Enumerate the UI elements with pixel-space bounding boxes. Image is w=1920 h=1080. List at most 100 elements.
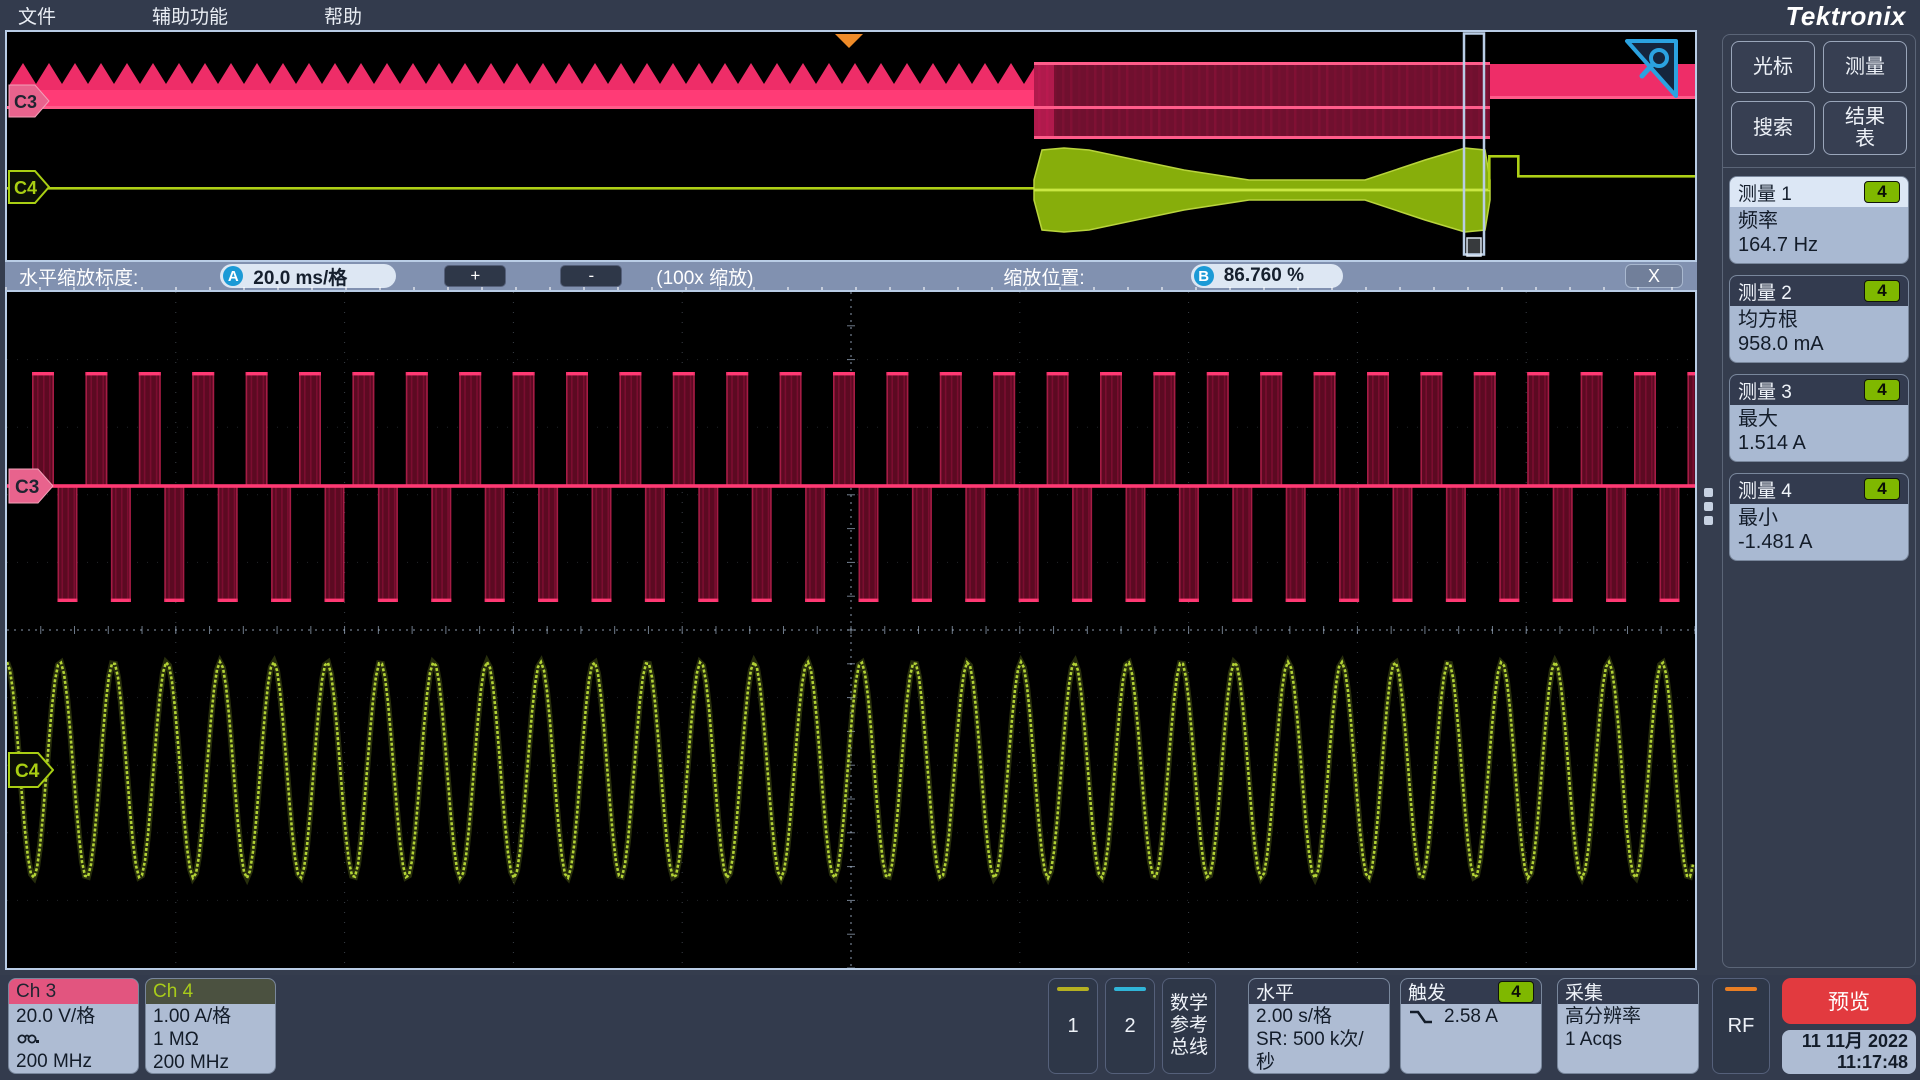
rf-color-strip xyxy=(1725,987,1757,991)
measurement-value: -1.481 A xyxy=(1738,530,1900,554)
bus-label: 总线 xyxy=(1170,1037,1208,1059)
measurement-value: 164.7 Hz xyxy=(1738,233,1900,257)
knob-a[interactable]: A xyxy=(223,266,243,286)
time-text: 11:17:48 xyxy=(1837,1052,1908,1073)
svg-text:C4: C4 xyxy=(14,178,37,198)
measurement-card-4[interactable]: 测量 4 4 最小 -1.481 A xyxy=(1729,473,1909,561)
menu-file[interactable]: 文件 xyxy=(0,2,74,29)
datetime-display: 11 11月 2022 11:17:48 xyxy=(1782,1030,1916,1074)
horizontal-scale: 2.00 s/格 xyxy=(1256,1005,1382,1028)
measurement-label: 最大 xyxy=(1738,407,1900,431)
acquisition-title: 采集 xyxy=(1565,978,1603,1005)
source-channel-badge: 4 xyxy=(1864,478,1900,500)
math-ref-bus-button[interactable]: 数学 参考 总线 xyxy=(1162,978,1216,1074)
add-channel-1-button[interactable]: 1 xyxy=(1048,978,1098,1074)
channel-bandwidth: 200 MHz xyxy=(153,1051,268,1074)
results-table-button[interactable]: 结果 表 xyxy=(1823,101,1907,155)
probe-icon xyxy=(16,1028,131,1050)
main-c3-badge[interactable]: C3 xyxy=(8,468,54,504)
measurement-label: 均方根 xyxy=(1738,308,1900,332)
svg-text:C4: C4 xyxy=(15,761,40,782)
zoom-close-button[interactable]: X xyxy=(1625,264,1683,288)
measure-button[interactable]: 测量 xyxy=(1823,41,1907,93)
trigger-level: 2.58 A xyxy=(1444,1005,1498,1028)
measurement-value: 958.0 mA xyxy=(1738,332,1900,356)
trigger-panel[interactable]: 触发 4 2.58 A xyxy=(1400,978,1542,1074)
overview-c4-badge[interactable]: C4 xyxy=(8,170,50,204)
main-waveforms xyxy=(7,292,1695,968)
channel-1-color-strip xyxy=(1057,987,1089,991)
menu-utility[interactable]: 辅助功能 xyxy=(134,2,246,29)
zoom-factor-label: (100x 缩放) xyxy=(656,263,753,290)
source-channel-badge: 4 xyxy=(1864,280,1900,302)
svg-text:C3: C3 xyxy=(15,477,39,498)
channel-name: Ch 3 xyxy=(16,981,56,1003)
channel-scale: 1.00 A/格 xyxy=(153,1005,268,1028)
horizontal-panel[interactable]: 水平 2.00 s/格 SR: 500 k次/秒 RL: 10 Mpts xyxy=(1248,978,1390,1074)
sample-rate: SR: 500 k次/秒 xyxy=(1256,1028,1382,1074)
measurement-list: 测量 1 4 频率 164.7 Hz 测量 2 4 均方根 958.0 mA 测… xyxy=(1723,168,1915,580)
acquisition-overview[interactable]: C3 C4 xyxy=(5,30,1697,262)
panel-drag-handle[interactable] xyxy=(1704,488,1714,530)
overview-waveforms xyxy=(7,32,1695,260)
measurement-title: 测量 1 xyxy=(1738,179,1792,206)
overview-c3-badge[interactable]: C3 xyxy=(8,84,50,118)
measurement-value: 1.514 A xyxy=(1738,431,1900,455)
measurement-card-3[interactable]: 测量 3 4 最大 1.514 A xyxy=(1729,374,1909,462)
rf-button[interactable]: RF xyxy=(1712,978,1770,1074)
main-c4-badge[interactable]: C4 xyxy=(8,752,54,788)
zoom-scale-control[interactable]: A 20.0 ms/格 xyxy=(220,264,396,288)
menu-bar: 文件 辅助功能 帮助 xyxy=(0,0,1920,30)
zoom-overview-flag-icon[interactable] xyxy=(1623,38,1681,102)
zoom-position-control[interactable]: B 86.760 % xyxy=(1191,264,1343,288)
zoom-control-bar: 水平缩放标度: A 20.0 ms/格 + - (100x 缩放) 缩放位置: … xyxy=(5,262,1697,290)
channel-1-label: 1 xyxy=(1067,1015,1078,1038)
trigger-source-badge: 4 xyxy=(1498,981,1534,1003)
math-label: 数学 xyxy=(1170,993,1208,1015)
measurement-card-1[interactable]: 测量 1 4 频率 164.7 Hz xyxy=(1729,176,1909,264)
measurement-title: 测量 2 xyxy=(1738,278,1792,305)
measurement-title: 测量 3 xyxy=(1738,377,1792,404)
measurement-label: 最小 xyxy=(1738,506,1900,530)
acquisition-panel[interactable]: 采集 高分辨率 1 Acqs xyxy=(1557,978,1699,1074)
channel-scale: 20.0 V/格 xyxy=(16,1005,131,1028)
source-channel-badge: 4 xyxy=(1864,181,1900,203)
rf-label: RF xyxy=(1728,1015,1755,1038)
channel-name: Ch 4 xyxy=(153,981,193,1003)
ref-label: 参考 xyxy=(1170,1015,1208,1037)
falling-edge-icon xyxy=(1408,1007,1434,1027)
channel-4-badge[interactable]: Ch 4 1.00 A/格 1 MΩ 200 MHz xyxy=(145,978,276,1074)
measurement-card-2[interactable]: 测量 2 4 均方根 958.0 mA xyxy=(1729,275,1909,363)
measurement-label: 频率 xyxy=(1738,209,1900,233)
main-waveform-display[interactable]: C3 C4 xyxy=(5,290,1697,970)
cursors-button[interactable]: 光标 xyxy=(1731,41,1815,93)
bottom-status-bar: Ch 3 20.0 V/格 200 MHz Ch 4 1.00 A/格 1 MΩ… xyxy=(0,975,1920,1080)
acquisition-count: 1 Acqs xyxy=(1565,1028,1691,1051)
horizontal-title: 水平 xyxy=(1256,978,1294,1005)
channel-bandwidth: 200 MHz xyxy=(16,1050,131,1073)
zoom-position-value: 86.760 % xyxy=(1224,265,1304,287)
add-channel-2-button[interactable]: 2 xyxy=(1105,978,1155,1074)
menu-help[interactable]: 帮助 xyxy=(306,2,380,29)
preview-button[interactable]: 预览 xyxy=(1782,978,1916,1024)
channel-3-badge[interactable]: Ch 3 20.0 V/格 200 MHz xyxy=(8,978,139,1074)
search-button[interactable]: 搜索 xyxy=(1731,101,1815,155)
sidebar-buttons: 光标 测量 搜索 结果 表 xyxy=(1723,35,1915,168)
zoom-scale-value: 20.0 ms/格 xyxy=(253,263,347,290)
channel-impedance: 1 MΩ xyxy=(153,1028,268,1051)
results-sidebar: 光标 测量 搜索 结果 表 测量 1 4 频率 164.7 Hz 测量 2 4 … xyxy=(1722,34,1916,968)
knob-b[interactable]: B xyxy=(1194,266,1214,286)
date-text: 11 11月 2022 xyxy=(1802,1031,1908,1052)
acquisition-mode: 高分辨率 xyxy=(1565,1005,1691,1028)
measurement-title: 测量 4 xyxy=(1738,476,1792,503)
zoom-out-button[interactable]: - xyxy=(560,265,622,287)
svg-text:C3: C3 xyxy=(14,92,37,112)
zoom-in-button[interactable]: + xyxy=(444,265,506,287)
channel-2-label: 2 xyxy=(1124,1015,1135,1038)
source-channel-badge: 4 xyxy=(1864,379,1900,401)
tektronix-logo: Tektronix xyxy=(1785,1,1906,32)
zoom-position-label: 缩放位置: xyxy=(1003,263,1084,290)
channel-2-color-strip xyxy=(1114,987,1146,991)
zoom-scale-label: 水平缩放标度: xyxy=(19,263,138,290)
trigger-title: 触发 xyxy=(1408,978,1446,1005)
